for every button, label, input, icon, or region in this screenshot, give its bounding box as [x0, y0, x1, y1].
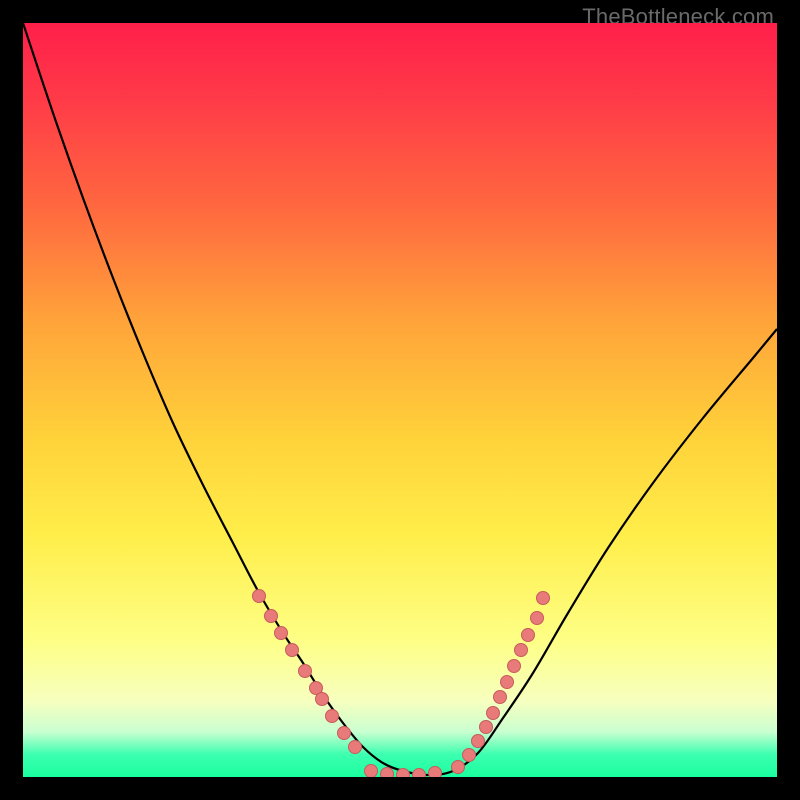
data-point-dot	[397, 769, 410, 778]
curve-dots-group	[253, 590, 550, 778]
data-point-dot	[508, 660, 521, 673]
data-point-dot	[452, 761, 465, 774]
data-point-dot	[501, 676, 514, 689]
data-point-dot	[463, 749, 476, 762]
data-point-dot	[472, 735, 485, 748]
data-point-dot	[338, 727, 351, 740]
data-point-dot	[316, 693, 329, 706]
data-point-dot	[349, 741, 362, 754]
plot-svg	[23, 23, 777, 777]
data-point-dot	[429, 767, 442, 778]
bottleneck-curve	[23, 23, 777, 775]
data-point-dot	[413, 769, 426, 778]
data-point-dot	[531, 612, 544, 625]
data-point-dot	[522, 629, 535, 642]
data-point-dot	[265, 610, 278, 623]
data-point-dot	[326, 710, 339, 723]
data-point-dot	[286, 644, 299, 657]
data-point-dot	[480, 721, 493, 734]
data-point-dot	[253, 590, 266, 603]
data-point-dot	[494, 691, 507, 704]
plot-frame	[23, 23, 777, 777]
data-point-dot	[365, 765, 378, 778]
data-point-dot	[299, 665, 312, 678]
data-point-dot	[381, 768, 394, 778]
data-point-dot	[487, 707, 500, 720]
data-point-dot	[515, 644, 528, 657]
data-point-dot	[275, 627, 288, 640]
data-point-dot	[537, 592, 550, 605]
